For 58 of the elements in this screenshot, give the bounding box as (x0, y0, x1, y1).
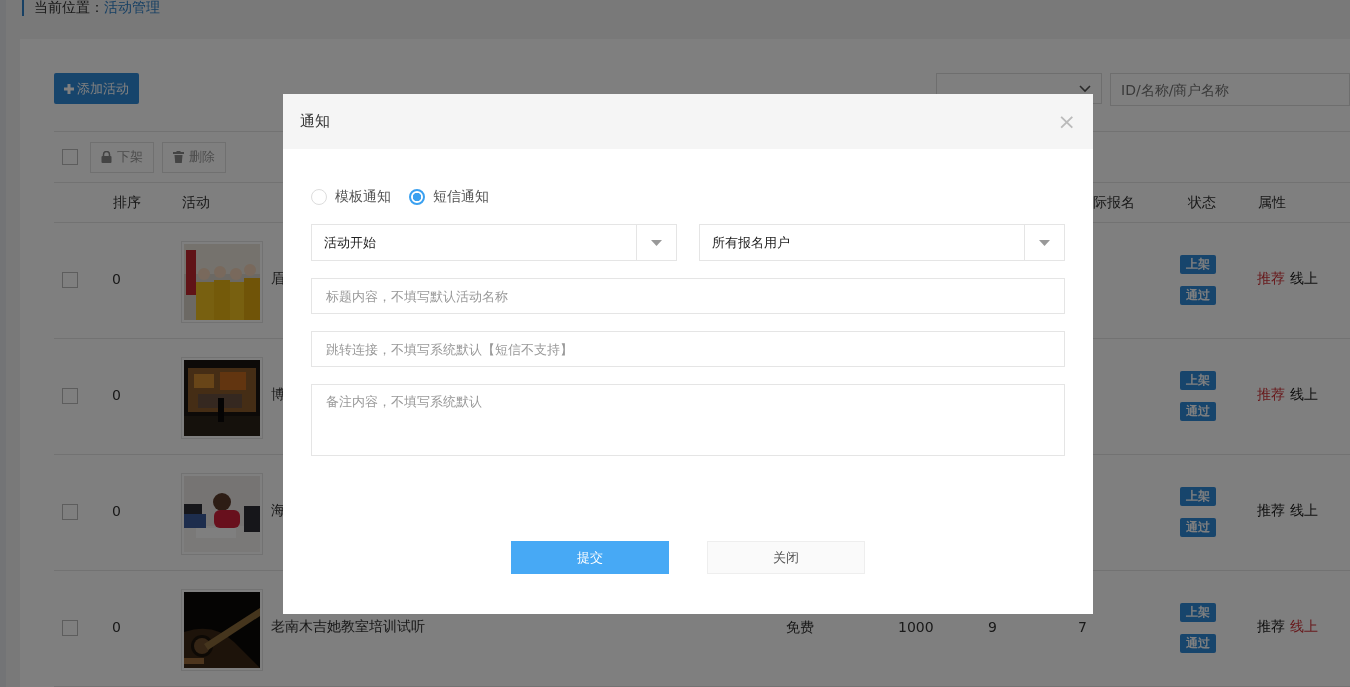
trash-icon (173, 151, 184, 163)
radio-label[interactable]: 模板通知 (335, 188, 391, 206)
caret-down-icon (1039, 239, 1050, 246)
select-all-checkbox[interactable] (62, 149, 78, 165)
status-tag: 上架 (1180, 255, 1216, 274)
submit-button[interactable]: 提交 (511, 541, 669, 574)
dialog-title: 通知 (300, 112, 330, 131)
online-label[interactable]: 线上 (1290, 618, 1318, 636)
order-value: 0 (112, 503, 121, 519)
remark-field[interactable]: 备注内容，不填写系统默认 (311, 384, 1065, 456)
breadcrumb-link[interactable]: 活动管理 (104, 0, 160, 16)
search-field[interactable]: ID/名称/商户名称 (1110, 73, 1350, 106)
column-header: 活动 (182, 194, 210, 212)
order-value: 0 (112, 271, 121, 287)
column-header: 排序 (113, 194, 141, 212)
recommended-label[interactable]: 推荐 (1257, 618, 1285, 636)
row-checkbox[interactable] (62, 620, 78, 636)
column-header: 际报名 (1093, 194, 1135, 212)
online-label[interactable]: 线上 (1290, 270, 1318, 288)
recommended-label[interactable]: 推荐 (1257, 502, 1285, 520)
status-tag: 上架 (1180, 371, 1216, 390)
recommended-label[interactable]: 推荐 (1257, 386, 1285, 404)
breadcrumb-label: 当前位置： (22, 0, 104, 16)
activity-title[interactable]: 博 (271, 386, 285, 404)
input-field[interactable]: 跳转连接，不填写系统默认【短信不支持】 (311, 331, 1065, 367)
lock-icon (101, 151, 112, 163)
status-tag: 通过 (1180, 518, 1216, 537)
row-checkbox[interactable] (62, 504, 78, 520)
dropdown-select[interactable]: 所有报名用户 (699, 224, 1065, 261)
activity-title[interactable]: 海 (271, 502, 285, 520)
row-checkbox[interactable] (62, 388, 78, 404)
radio-label[interactable]: 短信通知 (433, 188, 489, 206)
row-checkbox[interactable] (62, 272, 78, 288)
recommended-label[interactable]: 推荐 (1257, 270, 1285, 288)
online-label[interactable]: 线上 (1290, 502, 1318, 520)
online-label[interactable]: 线上 (1290, 386, 1318, 404)
column-header: 状态 (1188, 194, 1216, 212)
status-tag: 通过 (1180, 286, 1216, 305)
add-activity-button[interactable]: 添加活动 (54, 73, 139, 104)
status-tag: 上架 (1180, 487, 1216, 506)
table-cell: 1000 (898, 619, 934, 635)
activity-title[interactable]: 老南木吉她教室培训试听 (271, 618, 425, 636)
dropdown-select[interactable]: 活动开始 (311, 224, 677, 261)
plus-icon (64, 83, 74, 94)
status-tag: 通过 (1180, 402, 1216, 421)
column-header: 属性 (1258, 194, 1286, 212)
chevron-down-icon (1079, 84, 1091, 93)
radio-button[interactable] (409, 189, 425, 205)
close-dialog-button[interactable]: 关闭 (707, 541, 865, 574)
status-tag: 上架 (1180, 603, 1216, 622)
table-cell: 7 (1078, 619, 1087, 635)
status-tag: 通过 (1180, 634, 1216, 653)
input-field[interactable]: 标题内容，不填写默认活动名称 (311, 278, 1065, 314)
table-cell: 免费 (786, 619, 814, 637)
order-value: 0 (112, 619, 121, 635)
table-cell: 9 (988, 619, 997, 635)
order-value: 0 (112, 387, 121, 403)
caret-down-icon (651, 239, 662, 246)
